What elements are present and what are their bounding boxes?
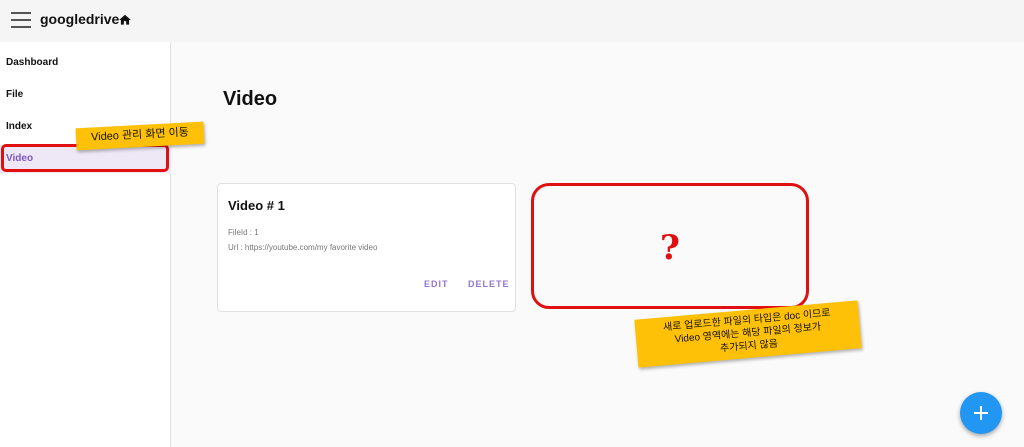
add-fab-button[interactable] — [960, 392, 1002, 434]
app-title: googledrive — [40, 11, 120, 27]
video-card-file-id: FileId : 1 — [228, 228, 259, 237]
home-icon[interactable] — [118, 13, 132, 27]
sidebar: Dashboard File Index Video — [0, 42, 171, 447]
question-mark: ? — [660, 228, 680, 268]
page-title: Video — [223, 88, 278, 110]
edit-button[interactable]: EDIT — [424, 279, 449, 289]
plus-icon — [974, 406, 988, 420]
app-bar: googledrive — [0, 0, 1024, 42]
missing-card-annotation-note: 새로 업로드한 파일의 타입은 doc 이므로 Video 영역에는 해당 파일… — [634, 300, 862, 368]
video-card-title: Video # 1 — [228, 198, 285, 213]
missing-card-highlight: ? — [531, 183, 809, 309]
menu-icon[interactable] — [11, 12, 31, 28]
video-card: Video # 1 FileId : 1 Url : https://youtu… — [217, 183, 516, 312]
video-card-url: Url : https://youtube.com/my favorite vi… — [228, 243, 378, 252]
delete-button[interactable]: DELETE — [468, 279, 510, 289]
sidebar-item-file[interactable]: File — [0, 81, 171, 109]
sidebar-item-dashboard[interactable]: Dashboard — [0, 49, 171, 77]
